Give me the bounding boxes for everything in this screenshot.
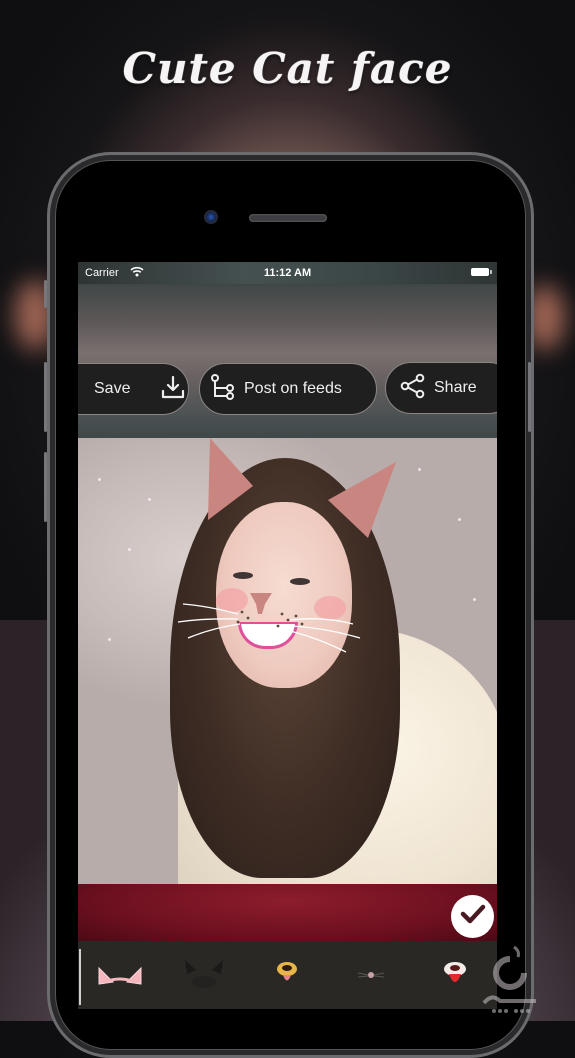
- photo-bottom-strip: [78, 884, 497, 941]
- sticker-black-cat-face[interactable]: [174, 950, 234, 1000]
- save-label: Save: [94, 380, 131, 397]
- sticker-tray: [78, 941, 497, 1009]
- dog-mouth-icon: [444, 962, 467, 982]
- share-button[interactable]: Share: [385, 362, 497, 414]
- dog-nose-icon: [277, 962, 298, 981]
- app-screen: Carrier 11:12 AM Save Post on feeds Shar…: [78, 262, 497, 1021]
- share-icon: [400, 373, 426, 404]
- watermark-logo: [480, 945, 540, 1015]
- phone-volume-down: [44, 452, 47, 522]
- whiskers-right: [289, 618, 361, 653]
- status-bar: Carrier 11:12 AM: [78, 262, 497, 284]
- cat-ear-right: [328, 462, 396, 538]
- whiskers-icon: [358, 972, 385, 978]
- battery-icon: [471, 268, 492, 276]
- earpiece-speaker: [249, 214, 327, 222]
- checkmark-icon: [460, 903, 486, 930]
- download-icon: [160, 374, 186, 405]
- phone-power-button: [528, 362, 531, 432]
- sticker-pink-cat-ears[interactable]: [90, 950, 150, 1000]
- whiskers-left: [177, 603, 241, 639]
- cat-nose: [250, 593, 272, 614]
- screen-bottom: [78, 1009, 497, 1021]
- cat-ear-left: [208, 438, 253, 520]
- post-label: Post on feeds: [244, 380, 342, 397]
- sticker-dog-nose[interactable]: [257, 950, 317, 1000]
- share-label: Share: [434, 379, 477, 396]
- sticker-cat-whiskers[interactable]: [341, 950, 401, 1000]
- cat-overlay: [177, 438, 396, 653]
- phone-volume-up: [44, 362, 47, 432]
- sticker-dog-mouth[interactable]: [425, 950, 485, 1000]
- clock: 11:12 AM: [263, 267, 312, 279]
- front-camera: [204, 210, 218, 224]
- cat-face-icon: [184, 960, 223, 988]
- action-toolbar: Save Post on feeds Share: [78, 284, 497, 438]
- edited-photo[interactable]: [78, 438, 497, 884]
- confirm-button[interactable]: [451, 895, 494, 938]
- save-button[interactable]: Save: [78, 363, 189, 415]
- promo-headline: Cute Cat face: [122, 44, 453, 93]
- phone-mute-switch: [44, 280, 47, 308]
- post-on-feeds-button[interactable]: Post on feeds: [199, 363, 377, 415]
- tray-scroll-indicator[interactable]: [79, 949, 81, 1005]
- branch-icon: [210, 373, 236, 406]
- cat-ears-icon: [98, 966, 142, 985]
